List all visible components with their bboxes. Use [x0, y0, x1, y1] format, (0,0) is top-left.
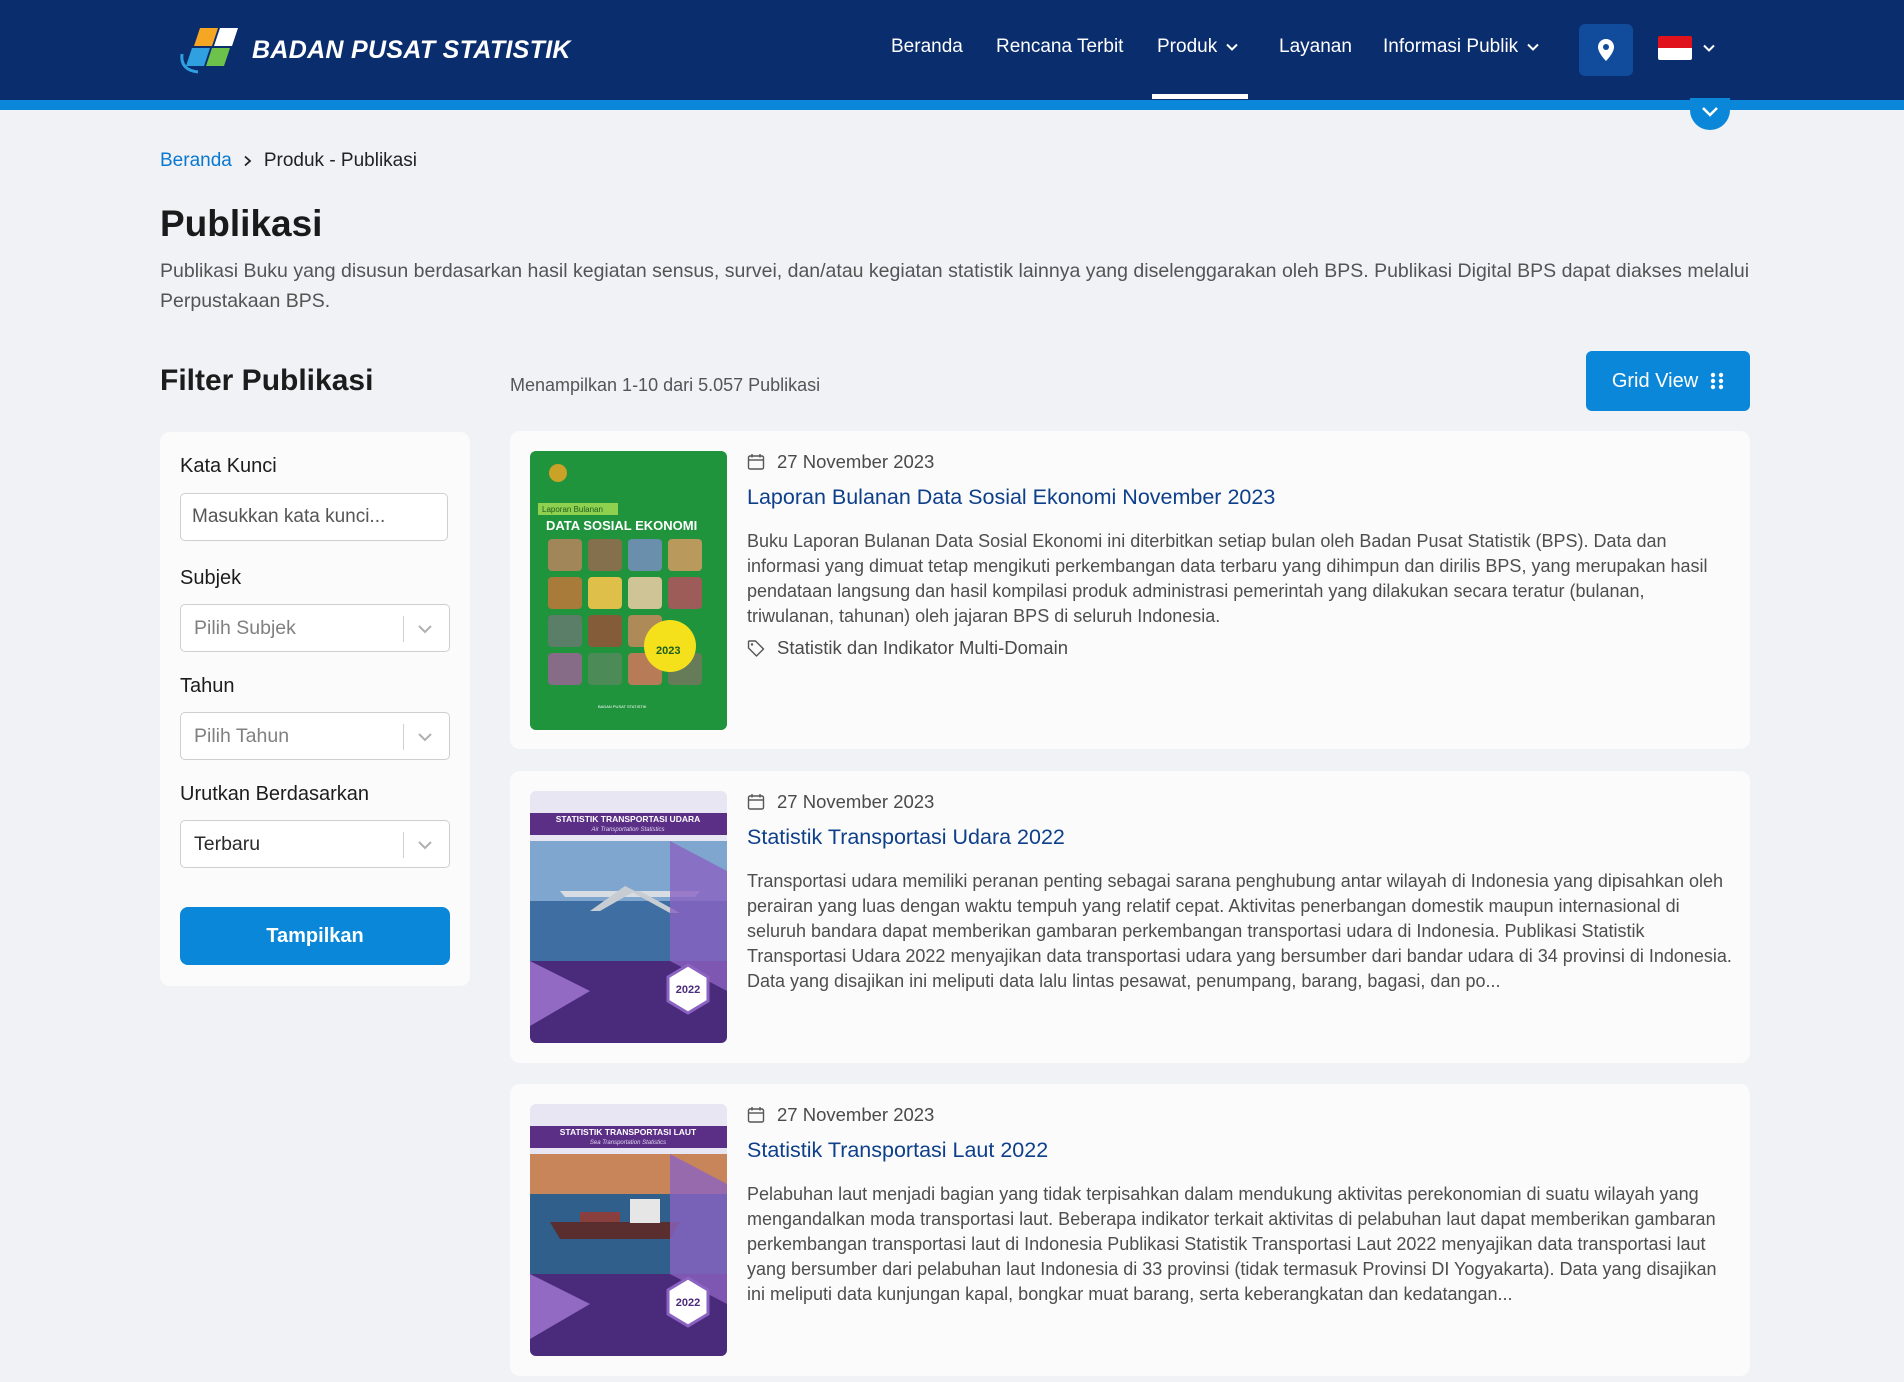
chevron-down-icon [1226, 43, 1238, 51]
sort-select-value: Terbaru [194, 833, 261, 855]
year-select-value: Pilih Tahun [194, 725, 290, 747]
subject-select[interactable]: Pilih Subjek [180, 604, 450, 652]
breadcrumb: Beranda Produk - Publikasi [160, 150, 417, 172]
nav-label: Produk [1157, 36, 1218, 57]
nav-label: Rencana Terbit [996, 36, 1124, 57]
cover-image: STATISTIK TRANSPORTASI UDARA Air Transpo… [530, 791, 727, 1043]
nav-rencana-terbit[interactable]: Rencana Terbit [996, 36, 1123, 58]
chevron-down-icon [418, 625, 432, 634]
cover-header: STATISTIK TRANSPORTASI UDARA [556, 814, 701, 824]
publication-abstract: Transportasi udara memiliki peranan pent… [747, 871, 1732, 991]
publication-cover[interactable]: STATISTIK TRANSPORTASI LAUT Sea Transpor… [530, 1104, 727, 1356]
chevron-down-icon [1702, 107, 1718, 117]
select-divider [403, 724, 404, 750]
tag-icon [747, 640, 765, 657]
filter-panel: Kata Kunci Subjek Pilih Subjek Tahun Pil… [160, 432, 470, 986]
publication-date: 27 November 2023 [747, 1104, 934, 1126]
top-navbar: BADAN PUSAT STATISTIK Beranda Rencana Te… [0, 0, 1904, 100]
page-description: Publikasi Buku yang disusun berdasarkan … [160, 260, 1750, 312]
cover-footer: BADAN PUSAT STATISTIK [598, 704, 647, 709]
publication-date: 27 November 2023 [747, 791, 934, 813]
cover-subheader: Air Transportation Statistics [591, 827, 665, 833]
header-accent-stripe [0, 100, 1904, 110]
grid-view-button[interactable]: Grid View [1586, 351, 1750, 411]
calendar-icon [747, 1107, 765, 1123]
publication-abstract: Pelabuhan laut menjadi bagian yang tidak… [747, 1184, 1717, 1304]
nav-produk[interactable]: Produk [1157, 36, 1239, 58]
cover-year-badge: 2022 [676, 984, 700, 996]
cover-header: STATISTIK TRANSPORTASI LAUT [560, 1127, 697, 1137]
nav-beranda[interactable]: Beranda [891, 36, 963, 58]
publication-date-text: 27 November 2023 [777, 1104, 935, 1125]
page-title: Publikasi [160, 203, 323, 244]
cover-image: STATISTIK TRANSPORTASI LAUT Sea Transpor… [530, 1104, 727, 1356]
nav-informasi-publik[interactable]: Informasi Publik [1383, 36, 1540, 58]
cover-header-small: Laporan Bulanan [542, 505, 603, 514]
publication-date-text: 27 November 2023 [777, 451, 935, 472]
publication-abstract: Buku Laporan Bulanan Data Sosial Ekonomi… [747, 531, 1708, 626]
subject-label: Subjek [180, 567, 242, 589]
location-button[interactable] [1579, 24, 1633, 76]
publication-title-link[interactable]: Statistik Transportasi Laut 2022 [747, 1138, 1048, 1163]
nav-label: Beranda [891, 36, 963, 57]
keyword-input[interactable] [180, 493, 448, 541]
sort-select[interactable]: Terbaru [180, 820, 450, 868]
publication-card: STATISTIK TRANSPORTASI UDARA Air Transpo… [510, 771, 1750, 1063]
chevron-down-icon [1527, 43, 1539, 51]
nav-layanan[interactable]: Layanan [1279, 36, 1352, 58]
grid-view-label: Grid View [1611, 369, 1699, 392]
publication-date-text: 27 November 2023 [777, 791, 935, 812]
breadcrumb-home-link[interactable]: Beranda [160, 150, 232, 172]
language-selector[interactable] [1658, 36, 1716, 60]
publication-card: STATISTIK TRANSPORTASI LAUT Sea Transpor… [510, 1084, 1750, 1376]
year-label: Tahun [180, 675, 235, 697]
publication-card: Laporan Bulanan DATA SOSIAL EKONOMI 2023… [510, 431, 1750, 749]
cover-image: Laporan Bulanan DATA SOSIAL EKONOMI 2023… [530, 451, 727, 730]
brand-name: BADAN PUSAT STATISTIK [252, 35, 571, 64]
select-divider [403, 616, 404, 642]
chevron-right-icon [244, 155, 252, 167]
grid-dots-icon [1710, 372, 1724, 390]
nav-active-indicator [1152, 94, 1248, 99]
indonesia-flag-icon [1658, 36, 1692, 60]
publication-title-link[interactable]: Statistik Transportasi Udara 2022 [747, 825, 1065, 850]
publication-tag: Statistik dan Indikator Multi-Domain [747, 637, 1068, 659]
nav-label: Layanan [1279, 36, 1352, 57]
results-count: Menampilkan 1-10 dari 5.057 Publikasi [510, 375, 821, 395]
calendar-icon [747, 454, 765, 470]
cover-year-badge: 2023 [656, 645, 680, 657]
breadcrumb-current: Produk - Publikasi [263, 150, 417, 171]
publication-cover[interactable]: STATISTIK TRANSPORTASI UDARA Air Transpo… [530, 791, 727, 1043]
publication-date: 27 November 2023 [747, 451, 934, 473]
nav-label: Informasi Publik [1383, 36, 1519, 57]
chevron-down-icon [1703, 44, 1715, 52]
publication-cover[interactable]: Laporan Bulanan DATA SOSIAL EKONOMI 2023… [530, 451, 727, 730]
cover-header: DATA SOSIAL EKONOMI [546, 518, 697, 533]
calendar-icon [747, 794, 765, 810]
cover-subheader: Sea Transportation Statistics [590, 1140, 666, 1146]
publication-tag-text: Statistik dan Indikator Multi-Domain [777, 637, 1068, 658]
sort-label: Urutkan Berdasarkan [180, 783, 369, 805]
map-pin-icon [1598, 39, 1614, 61]
collapse-toggle-button[interactable] [1690, 98, 1730, 130]
publication-title-link[interactable]: Laporan Bulanan Data Sosial Ekonomi Nove… [747, 485, 1275, 510]
chevron-down-icon [418, 841, 432, 850]
filter-title: Filter Publikasi [160, 364, 374, 397]
chevron-down-icon [418, 733, 432, 742]
subject-select-value: Pilih Subjek [194, 617, 296, 639]
site-logo[interactable]: BADAN PUSAT STATISTIK [178, 24, 571, 76]
select-divider [403, 832, 404, 858]
cover-year-badge: 2022 [676, 1297, 700, 1309]
year-select[interactable]: Pilih Tahun [180, 712, 450, 760]
bps-logo-icon [180, 28, 238, 74]
keyword-label: Kata Kunci [180, 455, 277, 477]
apply-filter-button[interactable]: Tampilkan [180, 907, 450, 965]
